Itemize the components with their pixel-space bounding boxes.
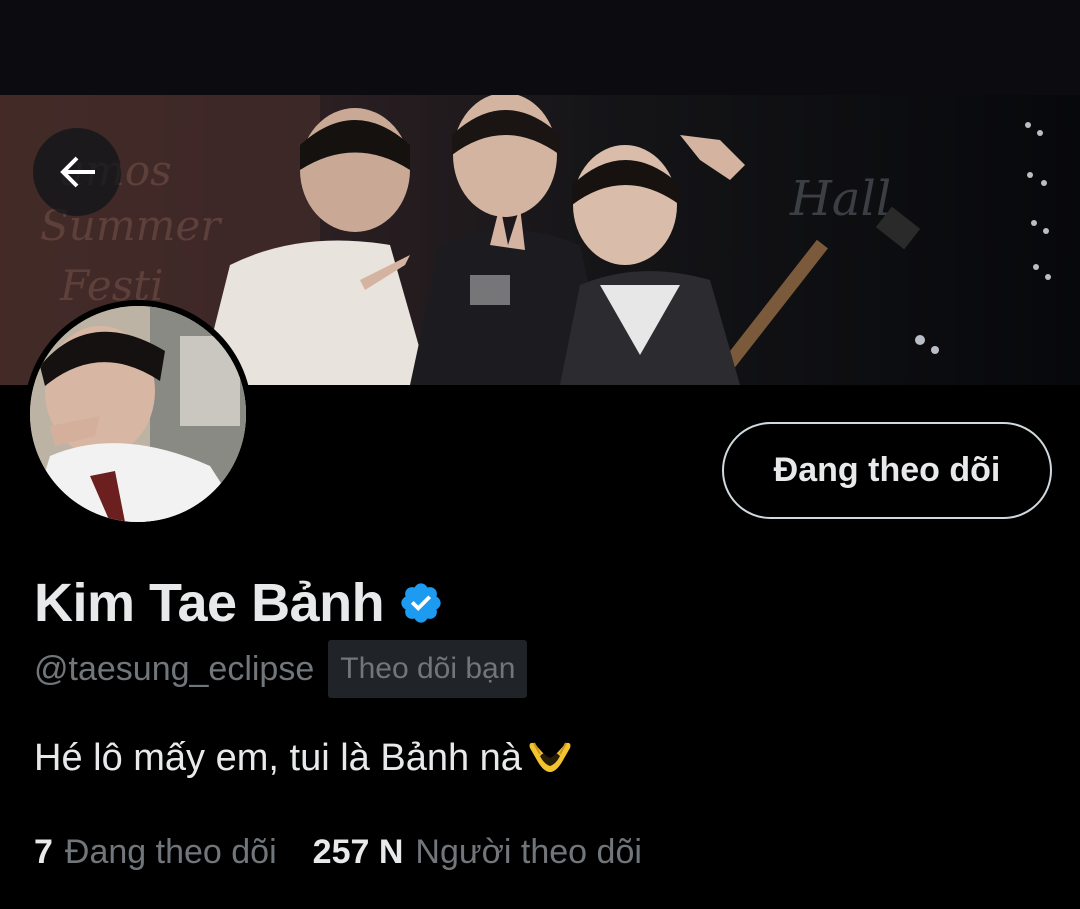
name-row: Kim Tae Bảnh [34, 568, 444, 638]
followers-stat[interactable]: 257 N Người theo dõi [313, 833, 642, 872]
following-button[interactable]: Đang theo dõi [722, 422, 1052, 519]
top-strip [0, 0, 1080, 95]
following-button-label: Đang theo dõi [773, 451, 1001, 489]
back-button[interactable] [33, 128, 121, 216]
heart-hands-icon [526, 738, 574, 778]
follows-you-badge: Theo dõi bạn [328, 640, 528, 698]
following-label: Đang theo dõi [64, 832, 277, 871]
stats-row: 7 Đang theo dõi 257 N Người theo dõi [34, 826, 642, 878]
username-handle: @taesung_eclipse [34, 649, 315, 688]
svg-text:Hall: Hall [789, 171, 891, 227]
bio-text: Hé lô mấy em, tui là Bảnh nà [34, 736, 522, 779]
arrow-left-icon [60, 156, 95, 188]
followers-count: 257 N [312, 832, 404, 871]
avatar-image [30, 306, 246, 522]
bio: Hé lô mấy em, tui là Bảnh nà [34, 730, 574, 786]
following-stat[interactable]: 7 Đang theo dõi [34, 833, 277, 872]
handle-row: @taesung_eclipse Theo dõi bạn [34, 640, 528, 698]
followers-label: Người theo dõi [415, 832, 642, 871]
profile-page: amos Summer Festi Hall [0, 0, 1080, 909]
avatar[interactable] [24, 300, 252, 528]
verified-badge-icon[interactable] [398, 580, 444, 626]
display-name: Kim Tae Bảnh [34, 573, 385, 633]
following-count: 7 [34, 832, 53, 871]
